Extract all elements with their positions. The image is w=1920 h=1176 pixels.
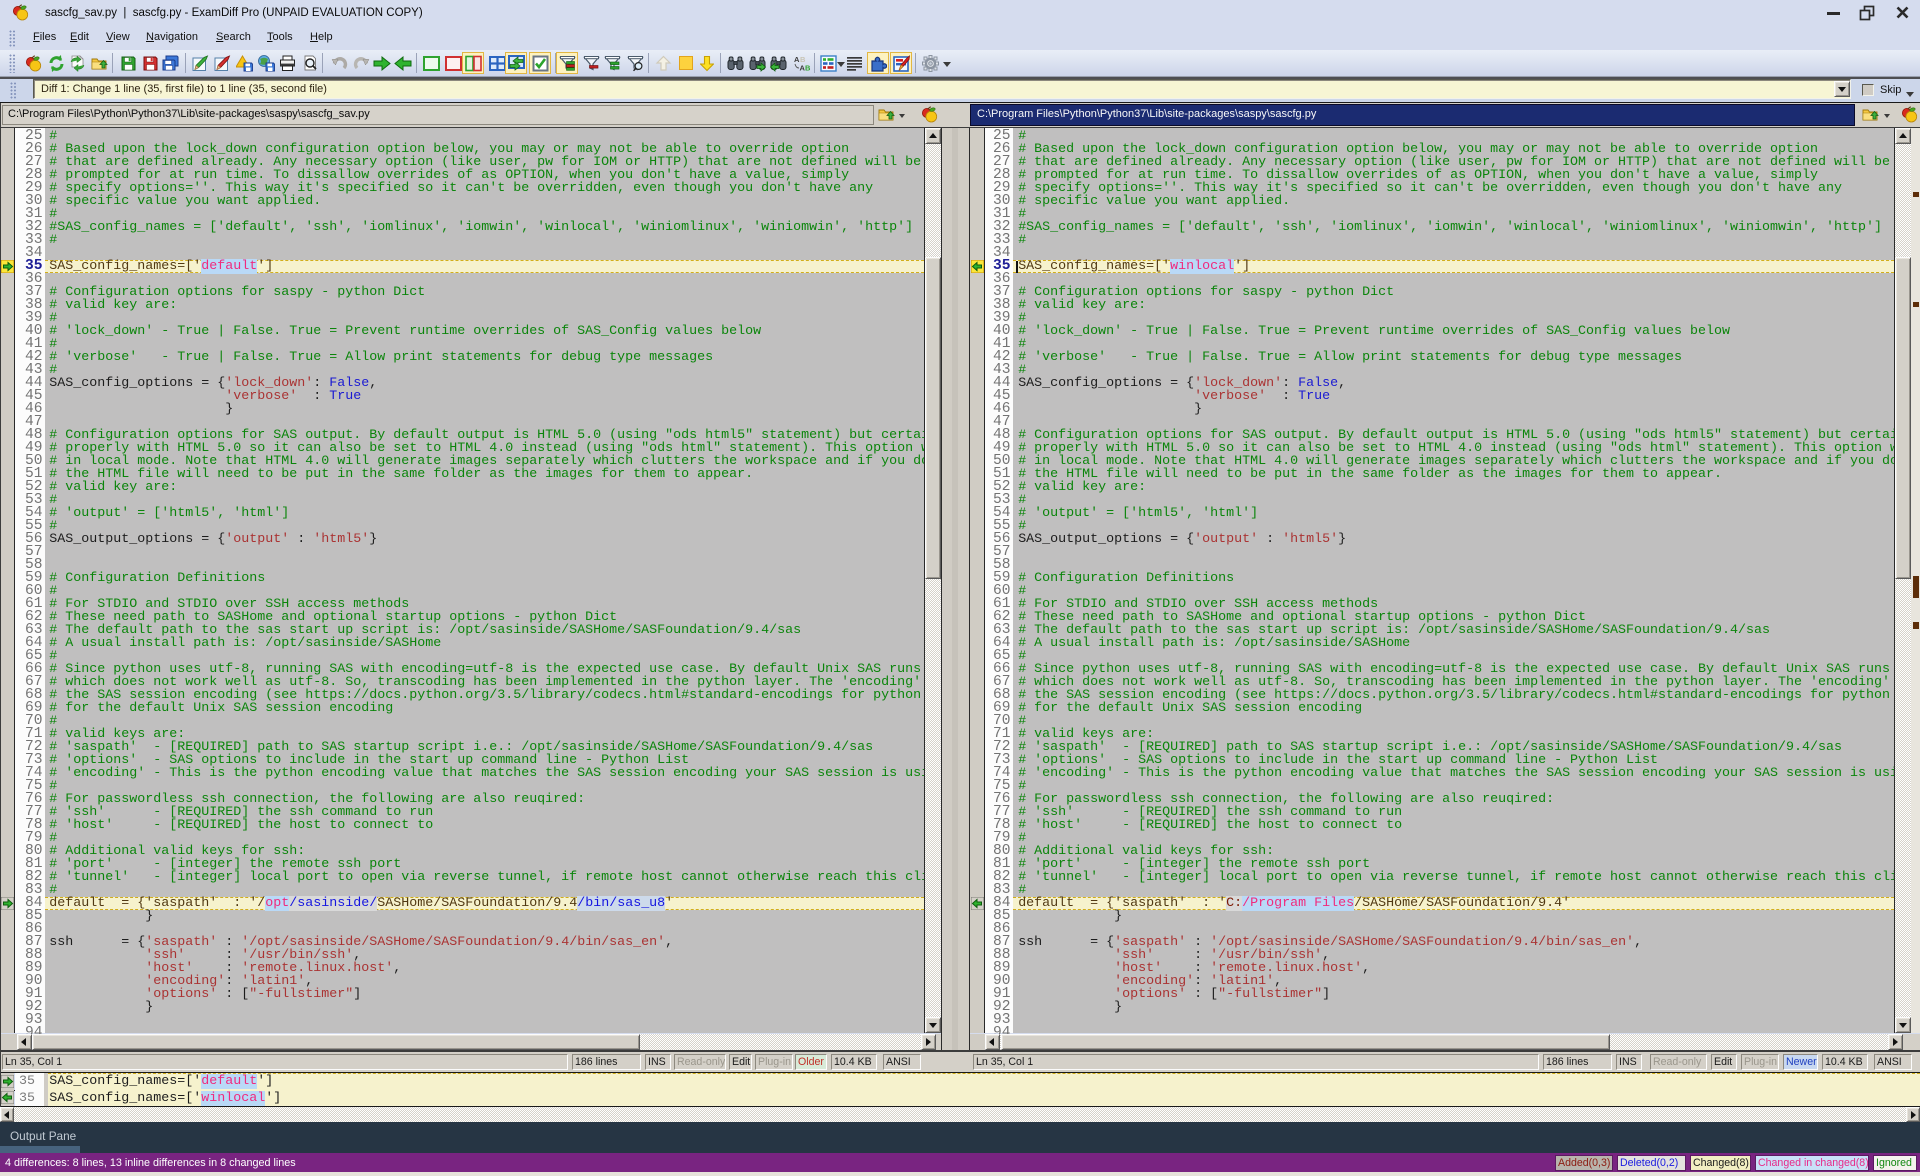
svg-text:B: B	[805, 64, 810, 73]
